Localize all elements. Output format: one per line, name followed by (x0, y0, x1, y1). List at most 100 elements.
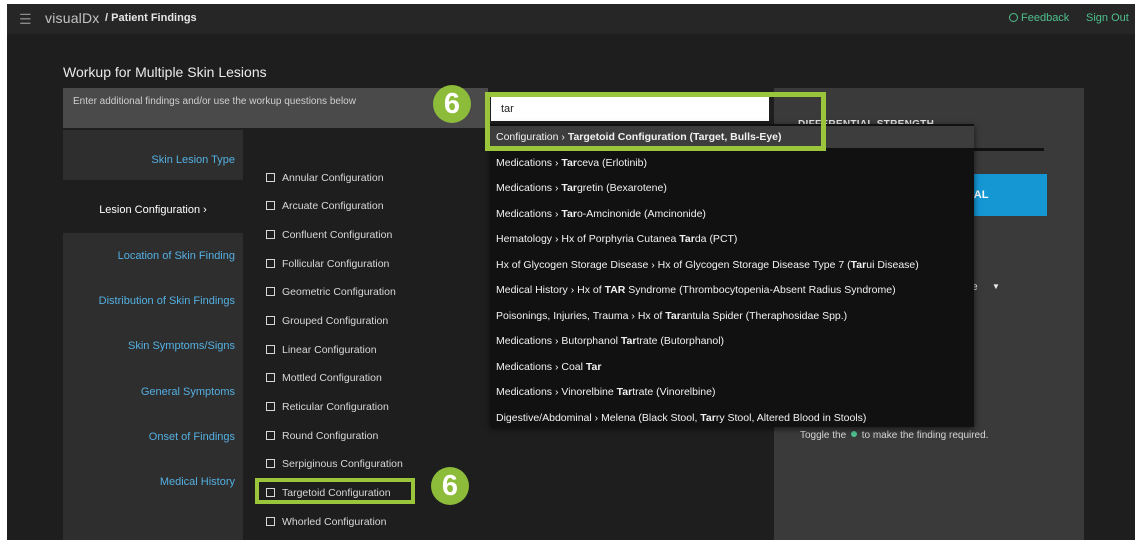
suggestion-item[interactable]: Medications › Coal Tar (490, 356, 974, 378)
checkbox[interactable] (266, 373, 275, 382)
chevron-down-icon[interactable]: ▼ (992, 282, 1000, 291)
toggle-hint-pre: Toggle the (800, 430, 847, 441)
top-bar: ☰ visualDx / Patient Findings Feedback S… (7, 4, 1135, 34)
suggestion-text: ry Stool, Altered Blood in Stools) (715, 412, 867, 424)
suggestion-text: Hx of (577, 284, 605, 296)
findings-bar: Enter additional findings and/or use the… (63, 88, 488, 128)
option-label: Geometric Configuration (282, 286, 396, 298)
suggestion-text: o-Amcinonide (Amcinonide) (576, 208, 706, 220)
targetoid-highlight-box (255, 478, 415, 504)
step-badge-search: 6 (433, 85, 471, 123)
suggestion-category: Medications (496, 157, 553, 169)
step-badge-option: 6 (431, 467, 469, 505)
option-reticular[interactable]: Reticular Configuration (266, 401, 389, 413)
suggestion-item[interactable]: Medications › Taro-Amcinonide (Amcinonid… (490, 203, 974, 225)
feedback-link[interactable]: Feedback (1009, 12, 1069, 24)
option-label: Reticular Configuration (282, 401, 389, 413)
sign-out-link[interactable]: Sign Out (1086, 12, 1129, 24)
suggestion-item[interactable]: Digestive/Abdominal › Melena (Black Stoo… (490, 407, 974, 429)
chevron-right-icon: › (552, 335, 562, 347)
chevron-right-icon: › (552, 157, 562, 169)
option-arcuate[interactable]: Arcuate Configuration (266, 200, 384, 212)
checkbox[interactable] (266, 259, 275, 268)
chevron-right-icon: › (591, 412, 602, 424)
suggestion-item[interactable]: Configuration › Targetoid Configuration … (490, 126, 974, 148)
suggestion-item[interactable]: Hematology › Hx of Porphyria Cutanea Tar… (490, 228, 974, 250)
suggestion-match: Tar (561, 182, 577, 194)
search-suggestions: Configuration › Targetoid Configuration … (490, 124, 974, 427)
chevron-right-icon: › (558, 131, 568, 143)
suggestion-text: Syndrome (Thrombocytopenia-Absent Radius… (625, 284, 896, 296)
option-mottled[interactable]: Mottled Configuration (266, 372, 382, 384)
checkbox[interactable] (266, 431, 275, 440)
option-label: Serpiginous Configuration (282, 458, 403, 470)
option-annular[interactable]: Annular Configuration (266, 172, 384, 184)
checkbox[interactable] (266, 345, 275, 354)
checkbox[interactable] (266, 316, 275, 325)
suggestion-text: Melena (Black Stool, (601, 412, 701, 424)
menu-icon[interactable]: ☰ (19, 11, 32, 28)
option-label: Round Configuration (282, 430, 379, 442)
option-label: Grouped Configuration (282, 315, 389, 327)
suggestion-item[interactable]: Medications › Butorphanol Tartrate (Buto… (490, 330, 974, 352)
option-label: Annular Configuration (282, 172, 384, 184)
checkbox[interactable] (266, 173, 275, 182)
suggestion-match: Tar (679, 233, 695, 245)
option-geometric[interactable]: Geometric Configuration (266, 286, 396, 298)
suggestion-match: TAR (604, 284, 626, 296)
option-whorled[interactable]: Whorled Configuration (266, 516, 386, 528)
app-frame: ☰ visualDx / Patient Findings Feedback S… (7, 4, 1135, 540)
sidebar-item-medical-history[interactable]: Medical History (63, 452, 243, 505)
option-follicular[interactable]: Follicular Configuration (266, 258, 389, 270)
suggestion-category: Configuration (496, 131, 559, 143)
sidebar-item-skin-lesion-type[interactable]: Skin Lesion Type (63, 130, 243, 183)
suggestion-item[interactable]: Medications › Targretin (Bexarotene) (490, 177, 974, 199)
suggestion-match: Targetoid Configuration (Target, Bulls-E… (567, 131, 782, 143)
checkbox[interactable] (266, 287, 275, 296)
option-label: Mottled Configuration (282, 372, 382, 384)
findings-instructions: Enter additional findings and/or use the… (73, 96, 356, 107)
checkbox[interactable] (266, 402, 275, 411)
suggestion-text: trate (Vinorelbine) (632, 386, 716, 398)
option-grouped[interactable]: Grouped Configuration (266, 315, 388, 327)
chevron-right-icon: › (552, 182, 562, 194)
chevron-right-icon: › (567, 284, 578, 296)
option-serpiginous[interactable]: Serpiginous Configuration (266, 458, 403, 470)
suggestion-text: gretin (Bexarotene) (576, 182, 667, 194)
strength-bar (974, 148, 1044, 151)
option-round[interactable]: Round Configuration (266, 430, 378, 442)
feedback-icon (1009, 13, 1018, 22)
option-label: Linear Configuration (282, 344, 377, 356)
toggle-hint: Toggle the to make the finding required. (800, 430, 988, 441)
suggestion-match: Tar (585, 361, 602, 373)
chevron-right-icon: › (628, 310, 638, 322)
checkbox[interactable] (266, 201, 275, 210)
suggestion-text: ui Disease) (866, 259, 919, 271)
suggestion-match: Tar (850, 259, 867, 271)
visualdx-logo[interactable]: visualDx (45, 10, 100, 26)
breadcrumb: / Patient Findings (105, 12, 197, 24)
suggestion-item[interactable]: Poisonings, Injuries, Trauma › Hx of Tar… (490, 305, 974, 327)
option-label: Confluent Configuration (282, 229, 393, 241)
suggestion-category: Hx of Glycogen Storage Disease (496, 259, 649, 271)
suggestion-match: Tar (620, 335, 637, 347)
suggestion-item[interactable]: Medical History › Hx of TAR Syndrome (Th… (490, 279, 974, 301)
suggestion-item[interactable]: Hx of Glycogen Storage Disease › Hx of G… (490, 254, 974, 276)
suggestion-item[interactable]: Medications › Tarceva (Erlotinib) (490, 152, 974, 174)
chevron-right-icon: › (552, 233, 562, 245)
suggestion-category: Medical History (496, 284, 568, 296)
suggestion-item[interactable]: Medications › Vinorelbine Tartrate (Vino… (490, 381, 974, 403)
option-linear[interactable]: Linear Configuration (266, 344, 377, 356)
chevron-right-icon: › (552, 208, 562, 220)
checkbox[interactable] (266, 459, 275, 468)
page-title: Workup for Multiple Skin Lesions (63, 64, 267, 80)
suggestion-category: Hematology (496, 233, 553, 245)
chevron-right-icon: › (648, 259, 658, 271)
toggle-hint-post: to make the finding required. (861, 430, 989, 441)
suggestion-category: Medications (496, 208, 553, 220)
checkbox[interactable] (266, 230, 275, 239)
findings-search-input[interactable] (491, 97, 769, 121)
suggestion-match: Tar (561, 157, 577, 169)
option-confluent[interactable]: Confluent Configuration (266, 229, 392, 241)
checkbox[interactable] (266, 517, 275, 526)
